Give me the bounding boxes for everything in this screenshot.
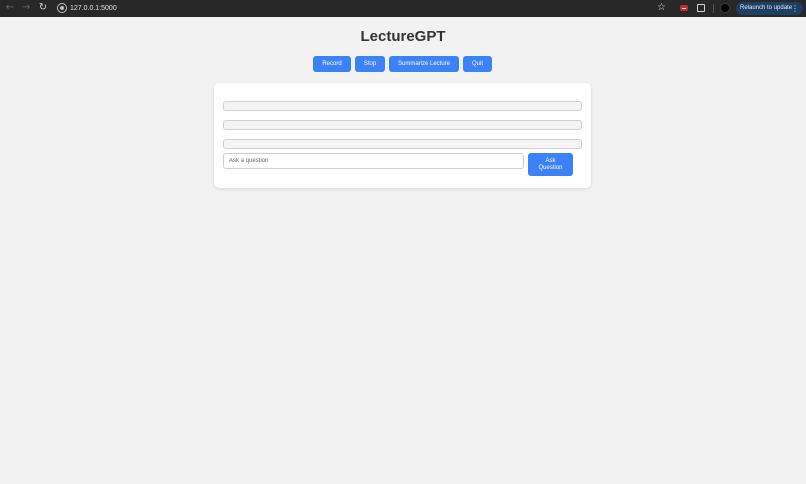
summarize-lecture-button[interactable]: Summarize Lecture — [389, 56, 459, 72]
site-info-icon[interactable] — [57, 3, 67, 13]
page-title: LectureGPT — [360, 28, 446, 45]
record-button[interactable]: Record — [313, 56, 351, 72]
transcript-output — [223, 101, 582, 111]
answer-output — [223, 139, 582, 149]
question-input[interactable] — [223, 153, 524, 169]
extensions-puzzle-icon[interactable] — [697, 4, 705, 12]
browser-toolbar: ← → ↻ 127.0.0.1:5000 ☆ Relaunch to updat… — [0, 0, 806, 17]
quit-button[interactable]: Quit — [463, 56, 492, 72]
profile-avatar[interactable] — [720, 3, 730, 13]
forward-arrow-icon[interactable]: → — [20, 2, 32, 14]
summary-output — [223, 120, 582, 130]
extension-icon[interactable] — [680, 5, 688, 11]
bookmark-star-icon[interactable]: ☆ — [657, 2, 666, 14]
address-bar-url[interactable]: 127.0.0.1:5000 — [70, 3, 117, 14]
stop-button[interactable]: Stop — [355, 56, 385, 72]
back-arrow-icon[interactable]: ← — [4, 2, 16, 14]
browser-menu-icon[interactable]: ⋮ — [791, 3, 799, 14]
reload-icon[interactable]: ↻ — [37, 2, 49, 14]
qa-card: Ask Question — [214, 83, 591, 188]
relaunch-label: Relaunch to update — [740, 5, 793, 11]
relaunch-to-update-button[interactable]: Relaunch to update ⋮ — [736, 2, 803, 15]
toolbar-divider — [713, 4, 714, 13]
ask-question-button[interactable]: Ask Question — [528, 153, 573, 176]
control-buttons: Record Stop Summarize Lecture Quit — [0, 56, 806, 72]
